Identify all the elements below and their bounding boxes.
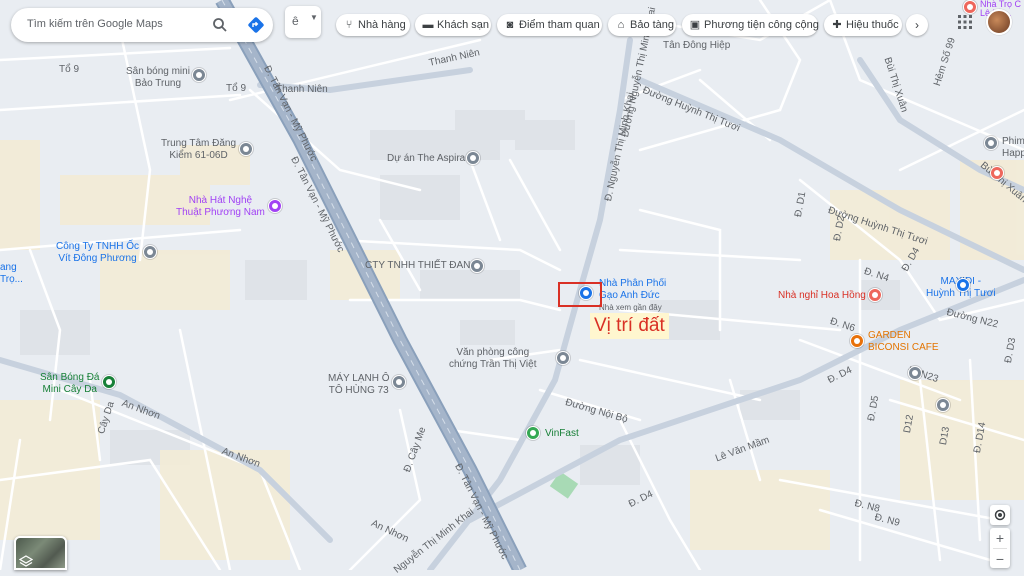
zoom-control: + − xyxy=(990,528,1010,568)
map-pin-icon[interactable] xyxy=(239,142,253,156)
map-pin-icon[interactable] xyxy=(556,351,570,365)
my-location-button[interactable] xyxy=(990,505,1010,525)
search-icon[interactable] xyxy=(212,17,228,33)
chip-label: Phương tiện công cộng xyxy=(704,19,819,31)
poi-vinfast[interactable]: VinFast xyxy=(545,428,579,440)
poi-trung-tam-dang-kiem[interactable]: Trung Tâm Đăng Kiểm 61-06D xyxy=(161,138,236,162)
zoom-out-button[interactable]: − xyxy=(990,549,1010,569)
crosshair-icon xyxy=(994,509,1006,521)
property-location-box xyxy=(558,282,602,307)
layer-label: ê xyxy=(292,14,299,28)
theater-pin-icon[interactable] xyxy=(268,199,282,213)
poi-tan-dong-hiep: Tân Đông Hiệp xyxy=(663,40,731,51)
pharmacy-icon: ✚ xyxy=(832,19,842,31)
hotel-pin-icon[interactable] xyxy=(990,166,1004,180)
layer-selector-button[interactable]: ê ▼ xyxy=(285,6,321,38)
map-pin-icon[interactable] xyxy=(984,136,998,150)
map-pin-icon[interactable] xyxy=(143,245,157,259)
bus-icon: ▣ xyxy=(689,19,701,31)
poi-van-phong-cong-chung[interactable]: Văn phòng công chứng Trần Thị Việt xyxy=(449,347,537,371)
poi-garden-biconsi-cafe[interactable]: GARDEN BICONSI CAFE xyxy=(868,330,939,354)
zoom-in-button[interactable]: + xyxy=(990,528,1010,548)
poi-du-an-the-aspira[interactable]: Dự án The Aspira xyxy=(387,153,465,165)
poi-cty-thiet-dan[interactable]: CTY TNHH THIẾT ĐAN xyxy=(365,260,470,272)
search-input[interactable]: Tìm kiếm trên Google Maps xyxy=(27,18,163,30)
street-label-to9: Tổ 9 xyxy=(226,83,247,94)
sports-pin-icon[interactable] xyxy=(102,375,116,389)
chip-attractions[interactable]: ◙ Điểm tham quan xyxy=(497,14,602,36)
poi-nha-hat-nghe-thuat[interactable]: Nhà Hát Nghệ Thuật Phương Nam xyxy=(176,195,265,219)
chip-restaurants[interactable]: ⑂ Nhà hàng xyxy=(336,14,410,36)
chip-label: Điểm tham quan xyxy=(519,19,600,31)
avatar[interactable] xyxy=(986,9,1012,35)
map-pin-icon[interactable] xyxy=(936,398,950,412)
map-pin-icon[interactable] xyxy=(192,68,206,82)
satellite-layer-toggle[interactable] xyxy=(14,536,67,570)
fork-knife-icon: ⑂ xyxy=(345,19,353,31)
chip-pharmacies[interactable]: ✚ Hiệu thuốc xyxy=(824,14,902,36)
apps-grid-icon[interactable] xyxy=(958,15,972,29)
poi-left-edge[interactable]: ang Trọ... xyxy=(0,262,23,286)
map-pin-icon[interactable] xyxy=(470,259,484,273)
poi-phim-happ[interactable]: Phim Happ xyxy=(1002,136,1024,160)
search-bar[interactable]: Tìm kiếm trên Google Maps xyxy=(11,8,273,42)
camera-icon: ◙ xyxy=(506,19,514,31)
poi-san-bong-bao-trung[interactable]: Sân bóng mini Bảo Trung xyxy=(126,66,190,90)
street-label-to9: Tổ 9 xyxy=(59,64,80,75)
bed-icon: ▬ xyxy=(422,19,434,31)
property-location-label: Vị trí đất xyxy=(590,313,669,339)
poi-nha-phan-phoi-gao[interactable]: Nhà Phân Phối Gạo Anh Đức xyxy=(599,278,666,302)
hotel-pin-icon[interactable] xyxy=(868,288,882,302)
hotel-pin-icon[interactable] xyxy=(963,0,977,14)
map-pin-icon[interactable] xyxy=(466,151,480,165)
layers-icon xyxy=(19,555,33,567)
map-pin-icon[interactable] xyxy=(392,375,406,389)
chip-label: Bảo tàng xyxy=(630,19,675,31)
poi-may-lanh-o-to[interactable]: MÁY LẠNH Ô TÔ HÙNG 73 xyxy=(328,373,390,397)
poi-san-bong-cay-da[interactable]: Sân Bóng Đá Mini Cây Da xyxy=(40,372,100,396)
directions-icon[interactable] xyxy=(247,16,265,34)
store-pin-icon[interactable] xyxy=(956,278,970,292)
poi-cong-ty-oc-vit[interactable]: Công Ty TNHH Ốc Vít Đông Phương xyxy=(56,241,139,265)
cafe-pin-icon[interactable] xyxy=(850,334,864,348)
chip-museums[interactable]: ⌂ Bảo tàng xyxy=(608,14,676,36)
chip-label: Khách sạn xyxy=(437,19,489,31)
chip-transit[interactable]: ▣ Phương tiện công cộng xyxy=(682,14,819,36)
chips-next-button[interactable]: › xyxy=(906,14,928,36)
chevron-down-icon: ▼ xyxy=(310,13,318,22)
chip-label: Nhà hàng xyxy=(358,19,406,31)
chip-hotels[interactable]: ▬ Khách sạn xyxy=(415,14,491,36)
poi-nha-nghi-hoa-hong[interactable]: Nhà nghỉ Hoa Hồng xyxy=(778,290,866,302)
museum-icon: ⌂ xyxy=(617,19,625,31)
chip-label: Hiệu thuốc xyxy=(846,19,899,31)
chevron-right-icon: › xyxy=(915,18,919,32)
map-pin-icon[interactable] xyxy=(908,366,922,380)
charging-pin-icon[interactable] xyxy=(526,426,540,440)
